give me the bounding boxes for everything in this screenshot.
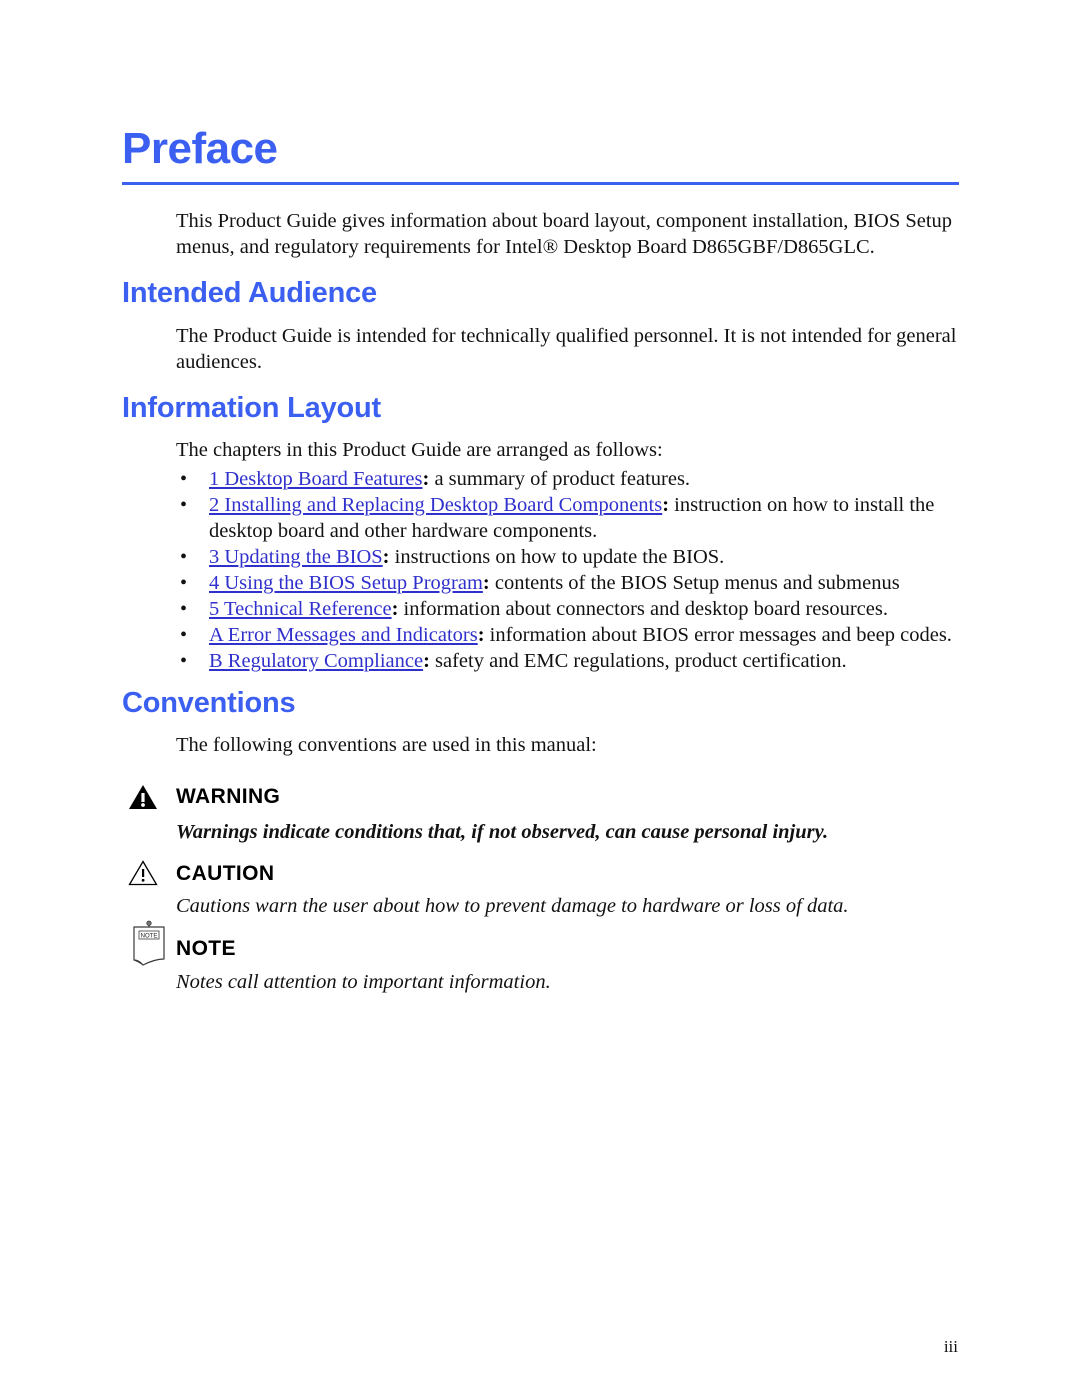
list-item: • 4 Using the BIOS Setup Program: conten… [176, 570, 966, 596]
heading-conventions: Conventions [122, 687, 296, 719]
document-page: Preface This Product Guide gives informa… [0, 0, 1080, 1397]
chapter-link[interactable]: B Regulatory Compliance [209, 650, 423, 672]
chapter-list: • 1 Desktop Board Features: a summary of… [176, 466, 966, 674]
list-item: • 1 Desktop Board Features: a summary of… [176, 466, 966, 492]
caution-label: CAUTION [176, 862, 275, 885]
caution-text: Cautions warn the user about how to prev… [176, 895, 849, 917]
list-item-colon: : [382, 546, 390, 568]
page-title: Preface [122, 124, 278, 173]
list-item-colon: : [477, 624, 485, 646]
note-label: NOTE [176, 937, 236, 960]
bullet-dot-icon: • [180, 494, 188, 516]
warning-triangle-filled-icon [128, 784, 158, 814]
page-number: iii [943, 1337, 958, 1356]
heading-information-layout: Information Layout [122, 392, 382, 424]
heading-intended-audience: Intended Audience [122, 277, 377, 309]
note-page-icon: NOTE [128, 920, 170, 966]
list-item-colon: : [482, 572, 490, 594]
chapter-link[interactable]: 2 Installing and Replacing Desktop Board… [209, 494, 662, 516]
intro-paragraph: This Product Guide gives information abo… [176, 210, 953, 258]
list-item: • B Regulatory Compliance: safety and EM… [176, 648, 966, 674]
bullet-dot-icon: • [180, 468, 188, 490]
bullet-dot-icon: • [180, 546, 188, 568]
list-item-text: information about connectors and desktop… [398, 598, 888, 620]
caution-triangle-outline-icon [128, 860, 158, 890]
bullet-dot-icon: • [180, 624, 188, 646]
intended-audience-paragraph: The Product Guide is intended for techni… [176, 325, 957, 373]
chapter-link[interactable]: 5 Technical Reference [209, 598, 392, 620]
title-underline-rule [122, 182, 959, 185]
list-item-colon: : [423, 650, 430, 672]
chapter-link[interactable]: 3 Updating the BIOS [209, 546, 383, 568]
chapter-link[interactable]: 1 Desktop Board Features [209, 468, 423, 490]
note-icon-label: NOTE [141, 934, 158, 940]
note-text: Notes call attention to important inform… [176, 971, 551, 993]
bullet-dot-icon: • [180, 650, 188, 672]
list-item: • A Error Messages and Indicators: infor… [176, 622, 966, 648]
bullet-dot-icon: • [180, 572, 188, 594]
list-item-text: safety and EMC regulations, product cert… [429, 650, 847, 672]
list-item: • 2 Installing and Replacing Desktop Boa… [176, 492, 966, 544]
warning-label: WARNING [176, 785, 281, 808]
list-item-text: information about BIOS error messages an… [484, 624, 952, 646]
chapter-link[interactable]: A Error Messages and Indicators [209, 624, 478, 646]
list-item-text: a summary of product features. [429, 468, 691, 490]
list-item: • 3 Updating the BIOS: instructions on h… [176, 544, 966, 570]
chapter-link[interactable]: 4 Using the BIOS Setup Program [209, 572, 483, 594]
bullet-dot-icon: • [180, 598, 188, 620]
warning-text: Warnings indicate conditions that, if no… [176, 821, 829, 843]
list-item-text: contents of the BIOS Setup menus and sub… [489, 572, 900, 594]
conventions-paragraph: The following conventions are used in th… [176, 734, 597, 756]
information-layout-paragraph: The chapters in this Product Guide are a… [176, 439, 663, 461]
list-item-text: instructions on how to update the BIOS. [389, 546, 725, 568]
list-item: • 5 Technical Reference: information abo… [176, 596, 966, 622]
